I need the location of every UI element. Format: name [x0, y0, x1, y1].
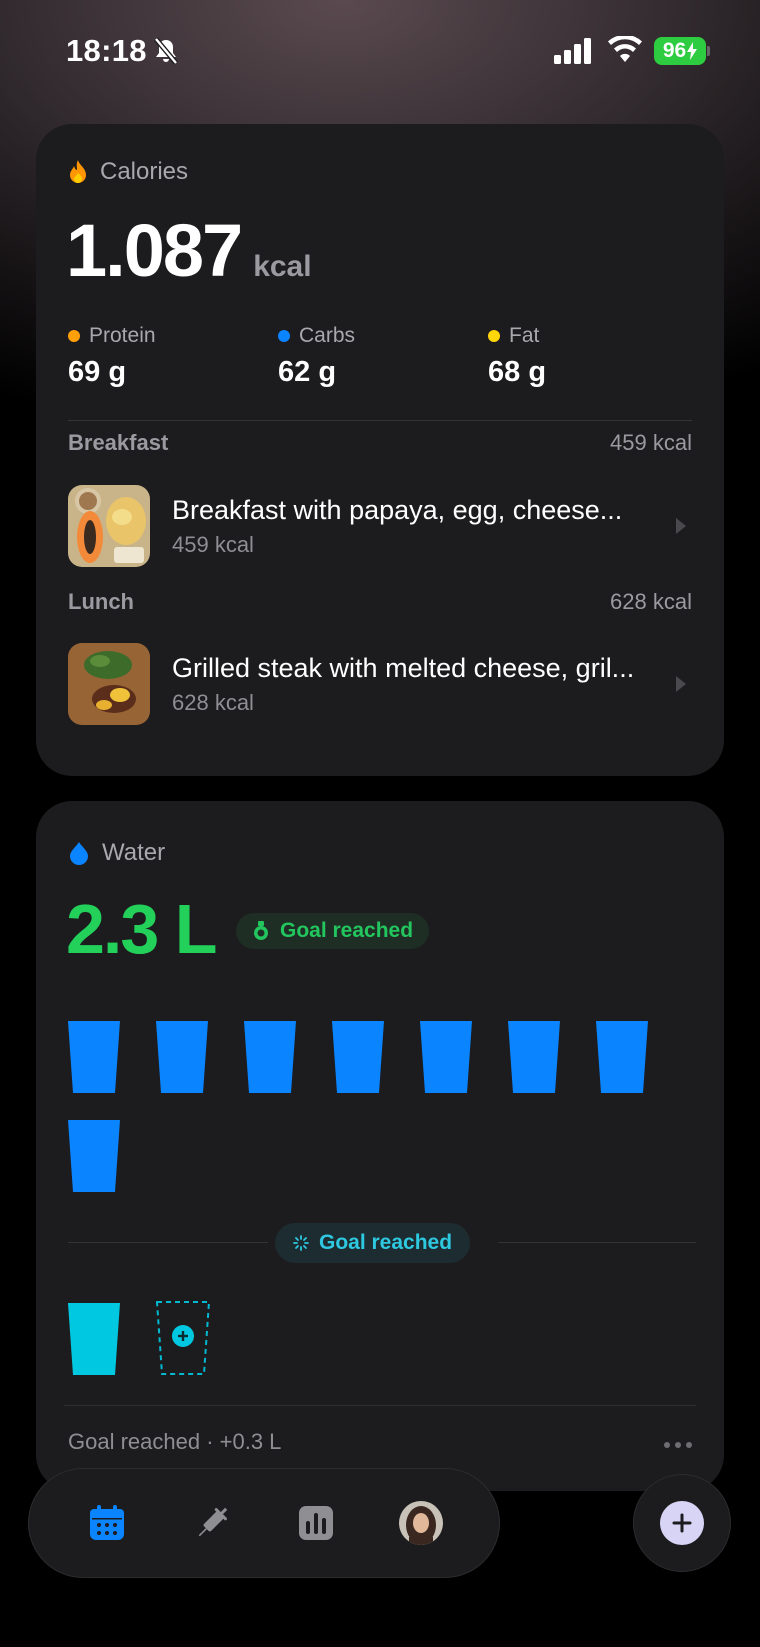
calories-total: 1.087 kcal: [66, 208, 312, 293]
lunch-photo: [68, 643, 150, 725]
goal-divider-label: Goal reached: [319, 1231, 453, 1254]
water-cup-icon[interactable]: [508, 1021, 560, 1093]
macro-value: 68 g: [488, 356, 547, 388]
calories-card[interactable]: Calories 1.087 kcal Protein 69 g Carbs 6…: [36, 124, 724, 776]
battery-charging-icon: 96: [654, 37, 710, 65]
macro-label: Fat: [509, 324, 540, 347]
divider: [68, 420, 692, 421]
meal-name: Breakfast: [68, 430, 169, 455]
status-time: 18:18: [66, 33, 147, 68]
calories-total-value: 1.087: [66, 209, 243, 292]
protein-dot: [68, 330, 80, 342]
fat-dot: [488, 330, 500, 342]
water-amount: 2.3 L: [66, 890, 218, 968]
cellular-signal-icon: [554, 38, 591, 64]
goal-badge-label: Goal reached: [280, 919, 414, 942]
macro-label: Protein: [89, 324, 156, 347]
meal-name: Lunch: [68, 589, 134, 614]
chevron-right-icon: [676, 518, 686, 534]
macro-fat: Fat 68 g: [488, 324, 698, 389]
add-cup-button[interactable]: [156, 1301, 210, 1375]
meal-item-lunch[interactable]: Grilled steak with melted cheese, gril..…: [68, 642, 692, 726]
water-header: Water: [68, 839, 165, 867]
meal-item-breakfast[interactable]: Breakfast with papaya, egg, cheese... 45…: [68, 484, 692, 568]
battery-level: 96: [662, 39, 687, 62]
tab-injection[interactable]: [188, 1499, 236, 1547]
water-footer-status: Goal reached · +0.3 L: [68, 1429, 282, 1454]
water-cup-icon[interactable]: [68, 1120, 120, 1192]
water-title: Water: [102, 839, 166, 866]
divider: [64, 1405, 696, 1406]
water-cup-icon[interactable]: [244, 1021, 296, 1093]
calories-header: Calories: [68, 158, 188, 186]
carbs-dot: [278, 330, 290, 342]
tab-bar: [28, 1468, 500, 1578]
more-icon[interactable]: [664, 1442, 692, 1448]
wifi-icon: [608, 36, 642, 62]
tab-calendar[interactable]: [83, 1499, 131, 1547]
profile-avatar: [398, 1501, 443, 1545]
water-cup-icon[interactable]: [420, 1021, 472, 1093]
macros-row: Protein 69 g Carbs 62 g Fat 68 g: [68, 324, 698, 389]
meal-kcal: 459 kcal: [610, 430, 692, 455]
add-entry-button[interactable]: [633, 1474, 731, 1572]
flame-icon: [70, 160, 86, 183]
goal-reached-divider-badge: Goal reached: [275, 1223, 471, 1263]
meal-item-title: Grilled steak with melted cheese, gril..…: [172, 652, 635, 683]
water-drop-icon: [70, 842, 88, 865]
water-cup-icon[interactable]: [156, 1021, 208, 1093]
water-cup-icon[interactable]: [68, 1021, 120, 1093]
calories-total-unit: kcal: [253, 250, 312, 283]
syringe-icon: [198, 1507, 227, 1537]
meal-item-kcal: 628 kcal: [172, 689, 254, 715]
water-cup-icon[interactable]: [332, 1021, 384, 1093]
water-cup-icon[interactable]: [596, 1021, 648, 1093]
calories-title: Calories: [100, 158, 189, 185]
calendar-icon: [90, 1505, 125, 1540]
bell-slash-icon: [154, 37, 178, 65]
meal-kcal: 628 kcal: [610, 589, 692, 614]
status-bar: 18:18 96: [0, 0, 760, 100]
macro-protein: Protein 69 g: [68, 324, 278, 389]
meal-section-breakfast: Breakfast 459 kcal: [68, 430, 692, 456]
plus-icon: [672, 1513, 692, 1533]
macro-value: 69 g: [68, 356, 127, 388]
goal-reached-badge: Goal reached: [236, 913, 430, 949]
meal-item-kcal: 459 kcal: [172, 531, 254, 557]
macro-carbs: Carbs 62 g: [278, 324, 488, 389]
extra-water-cup-icon[interactable]: [68, 1303, 120, 1375]
stats-chart-icon: [299, 1506, 334, 1540]
meal-item-title: Breakfast with papaya, egg, cheese...: [172, 494, 623, 525]
macro-value: 62 g: [278, 356, 337, 388]
macro-label: Carbs: [299, 324, 356, 347]
medal-icon: [254, 921, 268, 940]
tab-profile[interactable]: [397, 1499, 445, 1547]
chevron-right-icon: [676, 676, 686, 692]
water-card[interactable]: Water 2.3 L Goal reached Goal reached Go…: [36, 801, 724, 1491]
sparkle-icon: [293, 1235, 309, 1251]
breakfast-photo: [68, 485, 150, 567]
goal-divider: Goal reached: [68, 1223, 696, 1263]
tab-stats[interactable]: [292, 1499, 340, 1547]
meal-section-lunch: Lunch 628 kcal: [68, 589, 692, 615]
